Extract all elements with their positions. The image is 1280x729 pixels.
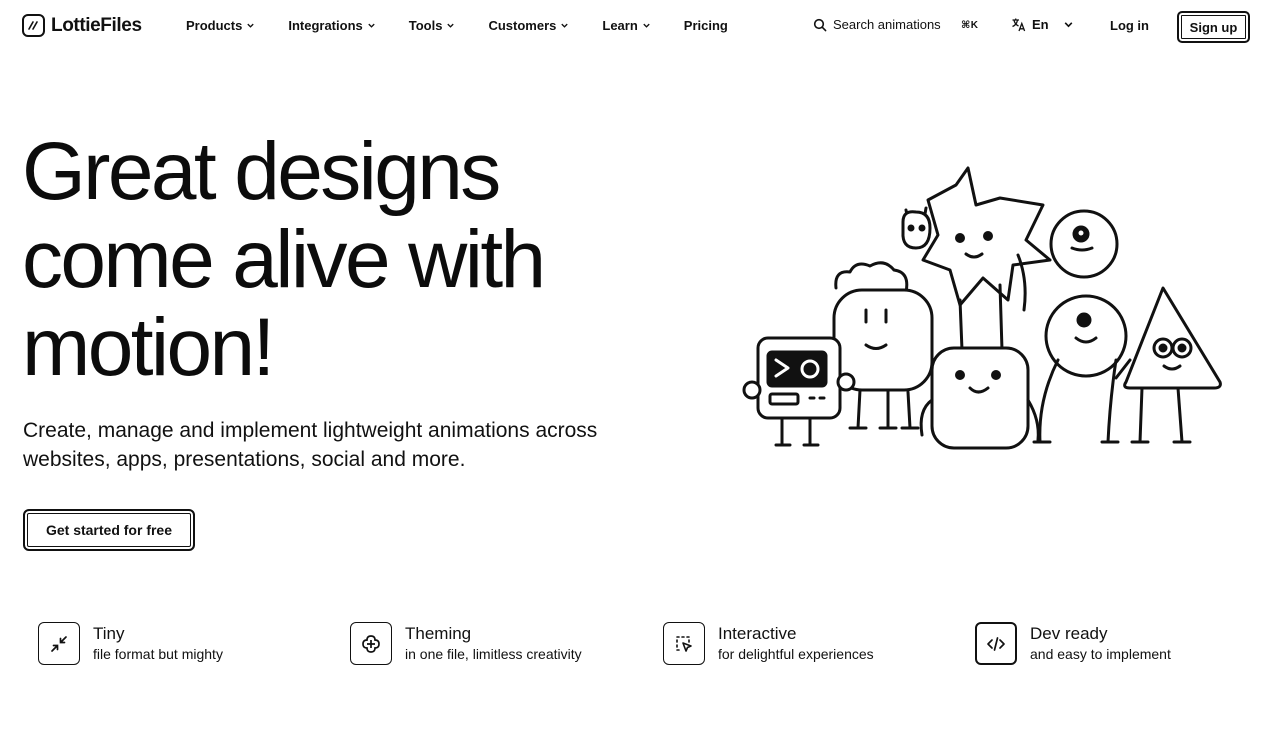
chevron-down-icon <box>643 23 650 28</box>
signup-button[interactable]: Sign up <box>1177 11 1250 43</box>
nav-label: Customers <box>488 18 557 33</box>
feature-title: Theming <box>405 624 472 643</box>
nav-item-integrations[interactable]: Integrations <box>288 18 375 33</box>
palette-flower-icon <box>350 622 392 665</box>
chevron-down-icon <box>1064 22 1073 28</box>
nav-label: Integrations <box>288 18 363 33</box>
hero-title-line: come alive with <box>22 214 546 305</box>
nav-item-learn[interactable]: Learn <box>602 18 650 33</box>
feature-description: and easy to implement <box>1030 646 1171 662</box>
feature-text: Theming in one file, limitless creativit… <box>405 622 582 663</box>
nav-item-pricing[interactable]: Pricing <box>684 18 728 33</box>
site-header: LottieFiles Products Integrations Tools … <box>0 0 1280 54</box>
lottiefiles-logo-icon <box>22 14 45 37</box>
nav-label: Products <box>186 18 243 33</box>
compress-arrows-icon <box>38 622 80 665</box>
feature-description: for delightful experiences <box>718 646 874 662</box>
nav-item-products[interactable]: Products <box>186 18 255 33</box>
feature-description: file format but mighty <box>93 646 223 662</box>
search-shortcut: ⌘K <box>961 20 979 31</box>
feature-text: Tiny file format but mighty <box>93 622 223 663</box>
logo-text: LottieFiles <box>51 14 142 36</box>
code-brackets-icon <box>975 622 1017 665</box>
nav-item-tools[interactable]: Tools <box>409 18 456 33</box>
hero-title: Great designs come alive with motion! <box>22 128 662 392</box>
main-nav: Products Integrations Tools Customers Le… <box>186 18 728 33</box>
feature-item-tiny: Tiny file format but mighty <box>38 622 223 665</box>
login-link[interactable]: Log in <box>1110 18 1149 33</box>
nav-label: Learn <box>602 18 638 33</box>
translate-icon <box>1012 18 1026 32</box>
feature-text: Interactive for delightful experiences <box>718 622 874 663</box>
feature-text: Dev ready and easy to implement <box>1030 622 1171 663</box>
feature-title: Tiny <box>93 624 125 643</box>
search-icon <box>813 18 827 31</box>
feature-title: Interactive <box>718 624 797 643</box>
lottiefiles-logo[interactable]: LottieFiles <box>22 14 142 37</box>
get-started-button[interactable]: Get started for free <box>23 509 195 551</box>
feature-list: Tiny file format but mighty Theming in o… <box>38 622 1258 670</box>
chevron-down-icon <box>447 23 455 28</box>
cursor-select-icon <box>663 622 705 665</box>
hero-title-line: motion! <box>22 302 275 393</box>
feature-item-dev-ready: Dev ready and easy to implement <box>975 622 1171 665</box>
chevron-down-icon <box>247 23 255 28</box>
animated-characters-illustration <box>742 166 1222 450</box>
hero-subtitle: Create, manage and implement lightweight… <box>23 419 598 471</box>
search-button[interactable]: Search animations <box>813 17 941 32</box>
nav-item-customers[interactable]: Customers <box>488 18 569 33</box>
search-label: Search animations <box>833 17 941 32</box>
nav-label: Pricing <box>683 18 728 33</box>
feature-item-theming: Theming in one file, limitless creativit… <box>350 622 582 665</box>
language-label: En <box>1032 17 1049 32</box>
nav-label: Tools <box>408 18 443 33</box>
chevron-down-icon <box>368 23 375 28</box>
feature-description: in one file, limitless creativity <box>405 646 582 662</box>
hero-title-line: Great designs <box>22 126 501 217</box>
feature-item-interactive: Interactive for delightful experiences <box>663 622 874 665</box>
language-selector[interactable]: En <box>1011 17 1074 32</box>
chevron-down-icon <box>561 23 569 28</box>
feature-title: Dev ready <box>1030 624 1108 643</box>
